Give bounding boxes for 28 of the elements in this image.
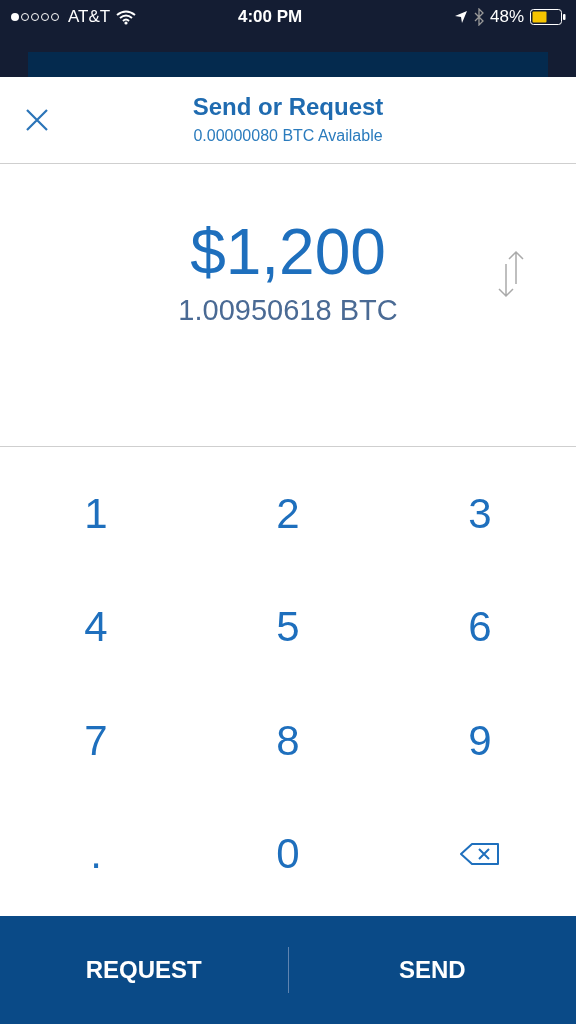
crypto-amount: 1.00950618 BTC (178, 293, 398, 328)
keypad-key[interactable]: . (82, 829, 110, 880)
backspace-icon (460, 843, 500, 866)
signal-icon (10, 12, 62, 22)
keypad-key[interactable]: 8 (268, 715, 308, 766)
available-balance: 0.00000080 BTC Available (193, 126, 383, 146)
keypad-key[interactable]: 3 (460, 488, 500, 539)
wifi-icon (116, 9, 137, 25)
keypad-key[interactable]: 2 (268, 488, 308, 539)
battery-percent: 48% (489, 6, 524, 29)
battery-icon (530, 9, 566, 25)
keypad-key[interactable]: 4 (76, 602, 116, 653)
location-icon (453, 10, 468, 24)
keypad-key[interactable]: 7 (76, 715, 116, 766)
fiat-amount: $1,200 (190, 216, 386, 288)
keypad-key[interactable]: 6 (460, 602, 500, 653)
screen-title: Send or Request (192, 92, 384, 122)
keypad-key[interactable]: 0 (268, 829, 308, 880)
swap-arrows-icon (496, 250, 526, 298)
request-button[interactable]: REQUEST (0, 916, 288, 1024)
send-button[interactable]: SEND (288, 916, 576, 1024)
keypad-key[interactable]: 5 (268, 602, 308, 653)
carrier-name: AT&T (68, 6, 111, 29)
close-icon (24, 107, 50, 133)
keypad-key[interactable]: 9 (460, 715, 500, 766)
bluetooth-icon (473, 8, 484, 26)
keypad-key[interactable]: 1 (76, 488, 116, 539)
clock-time: 4:00 PM (238, 6, 303, 29)
